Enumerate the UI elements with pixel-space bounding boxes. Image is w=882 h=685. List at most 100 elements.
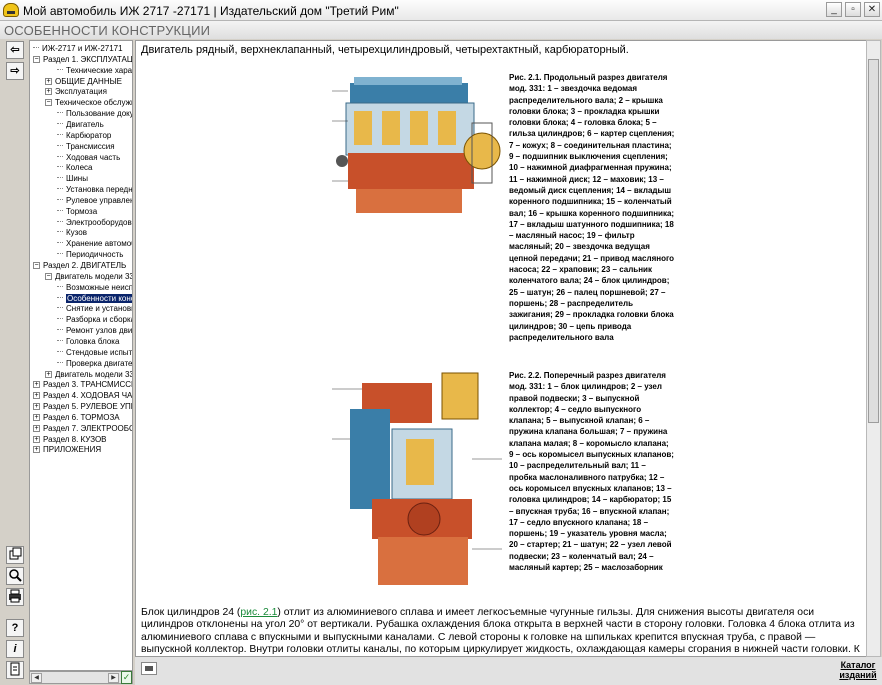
tree-item[interactable]: Возможные неисправности: [57, 282, 132, 293]
minimize-button[interactable]: _: [826, 2, 842, 17]
tree-item[interactable]: Шины: [57, 173, 132, 184]
scroll-right-button[interactable]: ▶: [108, 673, 119, 683]
expand-icon[interactable]: +: [33, 446, 40, 454]
tree-item[interactable]: Технические характеристики: [57, 65, 132, 76]
tree-item[interactable]: Хранение автомобиля: [57, 238, 132, 249]
tree-item-label: Стендовые испытания: [66, 347, 133, 357]
tree-item-label: Ходовая часть: [66, 152, 121, 162]
tree-item[interactable]: −Раздел 1. ЭКСПЛУАТАЦИЯ: [33, 54, 133, 65]
tree-item[interactable]: Особенности конструкции: [57, 293, 132, 304]
tree-item[interactable]: Двигатель: [57, 119, 132, 130]
tree-item-label: Двигатель: [66, 119, 104, 129]
expand-icon[interactable]: +: [33, 381, 40, 389]
sync-check-icon[interactable]: ✓: [121, 671, 132, 684]
tree-item-label: Установка передних колес: [66, 185, 133, 195]
tree-connector: [57, 112, 63, 114]
collapse-icon[interactable]: −: [33, 262, 40, 269]
expand-icon[interactable]: +: [33, 435, 40, 443]
expand-icon[interactable]: +: [33, 392, 40, 400]
tree-connector: [57, 220, 63, 222]
expand-icon[interactable]: +: [45, 88, 52, 96]
tree-item[interactable]: + Раздел 6. ТОРМОЗА: [33, 412, 132, 423]
tree-connector: [57, 307, 63, 309]
tree-item[interactable]: +Раздел 4. ХОДОВАЯ ЧАСТЬ: [33, 390, 132, 401]
tree-item[interactable]: Ремонт узлов двигателя: [57, 325, 133, 336]
tree-item-label: Электрооборудование: [66, 217, 132, 227]
tree-connector: [57, 177, 63, 179]
content-vertical-scrollbar[interactable]: [866, 40, 881, 657]
collapse-icon[interactable]: −: [45, 272, 52, 280]
tree-item[interactable]: Установка передних колес: [57, 184, 133, 195]
engine-cross-section-figure: [332, 369, 502, 589]
tree-item-label: Раздел 1. ЭКСПЛУАТАЦИЯ: [43, 54, 133, 64]
tree-item[interactable]: Электрооборудование: [57, 217, 132, 228]
tree-item[interactable]: + ОБЩИЕ ДАННЫЕ: [45, 76, 132, 87]
tree-item[interactable]: Периодичность: [57, 249, 132, 260]
tree-item[interactable]: Рулевое управление: [57, 195, 132, 206]
tree-item[interactable]: + Раздел 8. КУЗОВ: [33, 434, 132, 445]
print-button[interactable]: [6, 588, 24, 606]
figure-link[interactable]: рис. 2.1: [240, 607, 277, 618]
help-button[interactable]: ?: [6, 619, 24, 637]
tree-item-label: Двигатель модели 3317: [55, 369, 133, 379]
expand-icon[interactable]: +: [45, 370, 52, 378]
tree-item[interactable]: Кузов: [57, 227, 132, 238]
tree-item[interactable]: − Раздел 2. ДВИГАТЕЛЬ: [33, 260, 132, 271]
tree-item[interactable]: Стендовые испытания: [57, 347, 133, 358]
magnifier-icon: [9, 569, 22, 582]
tree-item[interactable]: +Раздел 5. РУЛЕВОЕ УПРАВЛЕНИЕ: [33, 401, 132, 412]
tree-horizontal-scrollbar[interactable]: ◀ ▶: [29, 671, 133, 684]
tree-item-label: Периодичность: [66, 250, 124, 260]
close-button[interactable]: ✕: [864, 2, 880, 17]
tree-item[interactable]: Головка блока: [57, 336, 132, 347]
scroll-left-button[interactable]: ◀: [31, 673, 42, 683]
tree-item[interactable]: − Двигатель модели 331: [45, 271, 132, 282]
forward-button[interactable]: ⇨: [6, 62, 24, 80]
collapse-icon[interactable]: −: [33, 55, 40, 63]
document-button[interactable]: [6, 661, 24, 679]
maximize-button[interactable]: ▫: [845, 2, 861, 17]
tree-connector: [57, 318, 63, 320]
navigation-tree[interactable]: ИЖ-2717 и ИЖ-27171−Раздел 1. ЭКСПЛУАТАЦИ…: [29, 40, 133, 671]
tree-item-label: Эксплуатация: [55, 87, 107, 97]
tree-item-label: Ремонт узлов двигателя: [66, 326, 133, 336]
search-button[interactable]: [6, 567, 24, 585]
panel-toggle-button[interactable]: [141, 662, 157, 675]
copy-button[interactable]: [6, 546, 24, 564]
tree-item-label: Раздел 3. ТРАНСМИССИЯ: [43, 380, 133, 390]
tree-item-label: Особенности конструкции: [66, 293, 132, 303]
tree-item[interactable]: Колеса: [57, 162, 132, 173]
expand-icon[interactable]: +: [33, 403, 40, 411]
tree-item[interactable]: + Раздел 3. ТРАНСМИССИЯ: [33, 379, 133, 390]
tree-item[interactable]: Разборка и сборка: [57, 314, 132, 325]
tree-connector: [57, 68, 63, 70]
tree-item-label: ИЖ-2717 и ИЖ-27171: [42, 44, 123, 53]
expand-icon[interactable]: +: [45, 77, 52, 85]
expand-icon[interactable]: +: [33, 413, 40, 421]
tree-item[interactable]: + ПРИЛОЖЕНИЯ: [33, 444, 132, 455]
tree-item[interactable]: Пользование документацией: [57, 108, 132, 119]
tree-item-label: Карбюратор: [66, 130, 112, 140]
tree-item[interactable]: Ходовая часть: [57, 152, 132, 163]
collapse-icon[interactable]: −: [45, 99, 52, 107]
tree-item[interactable]: + Эксплуатация: [45, 86, 132, 97]
tree-item[interactable]: −Техническое обслуживание: [45, 97, 132, 108]
info-button[interactable]: i: [6, 640, 24, 658]
tree-item[interactable]: +Двигатель модели 3317: [45, 369, 133, 380]
tree-item[interactable]: Снятие и установка: [57, 303, 132, 314]
scrollbar-thumb[interactable]: [868, 59, 879, 423]
tree-item[interactable]: ИЖ-2717 и ИЖ-27171: [33, 43, 132, 54]
tree-item-label: Головка блока: [66, 336, 120, 346]
tree-item[interactable]: Карбюратор: [57, 130, 132, 141]
tree-connector: [57, 296, 63, 298]
printer-icon: [9, 589, 21, 603]
tree-item[interactable]: Проверка двигателя: [57, 358, 132, 369]
section-header: ОСОБЕННОСТИ КОНСТРУКЦИИ: [0, 21, 882, 39]
content-pane: Двигатель рядный, верхнеклапанный, четыр…: [135, 40, 867, 657]
tree-item[interactable]: Трансмиссия: [57, 141, 132, 152]
tree-item[interactable]: +Раздел 7. ЭЛЕКТРООБОРУДОВАНИЕ: [33, 423, 132, 434]
expand-icon[interactable]: +: [33, 424, 40, 432]
tree-item[interactable]: Тормоза: [57, 206, 132, 217]
back-button[interactable]: ⇦: [6, 41, 24, 59]
catalog-link[interactable]: Каталог изданий: [839, 660, 877, 680]
